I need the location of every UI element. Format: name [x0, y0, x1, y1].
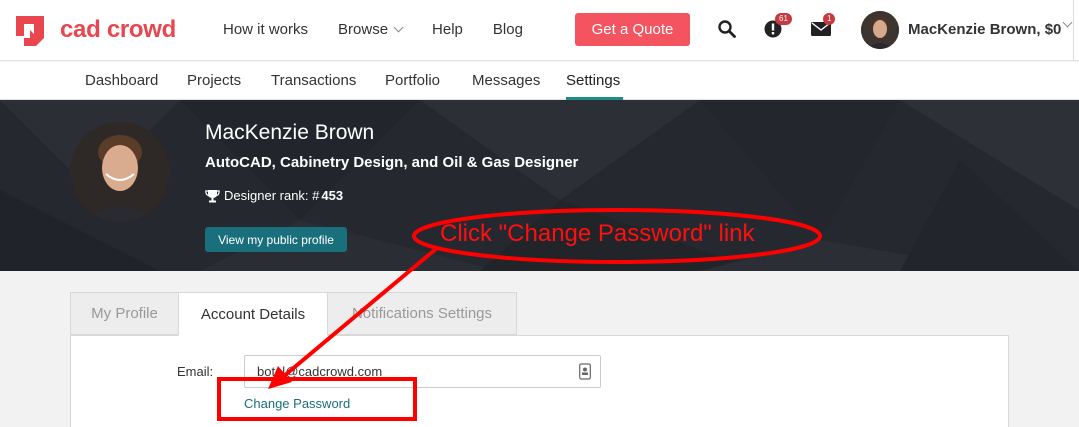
highlight-box — [217, 377, 417, 421]
callout-text: Click "Change Password" link — [440, 220, 755, 247]
arrow-shaft — [282, 246, 439, 378]
annotation-overlay — [268, 208, 822, 389]
